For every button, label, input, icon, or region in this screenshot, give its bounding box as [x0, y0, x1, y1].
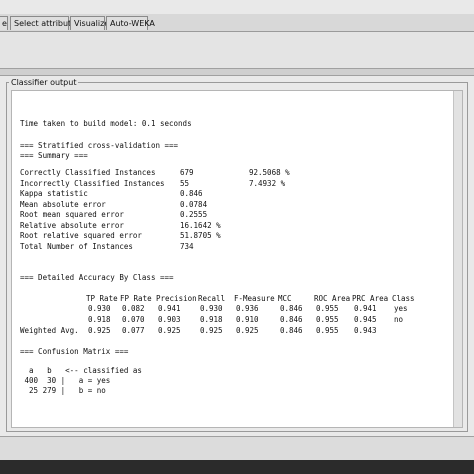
summary-percent: 7.4932 % [249, 178, 286, 188]
accuracy-column-header: Class [392, 294, 415, 303]
confusion-line: 25 279 | b = no [20, 386, 106, 395]
tab-bar: e Select attributes Visualize Auto-WEKA [0, 14, 474, 32]
accuracy-cell: 0.930 [200, 304, 223, 313]
accuracy-cell: 0.925 [200, 326, 223, 335]
confusion-line: 400 30 | a = yes [20, 376, 111, 385]
accuracy-cell: 0.903 [158, 315, 181, 324]
accuracy-cell: 0.955 [316, 304, 339, 313]
summary-label: Root mean squared error [20, 210, 124, 219]
summary-value: 55 [180, 178, 190, 188]
accuracy-column-header: Precision [156, 294, 197, 303]
bottom-panel [0, 436, 474, 461]
classifier-settings-area [0, 32, 474, 72]
accuracy-cell: 0.955 [316, 315, 339, 324]
accuracy-cell: 0.930 [88, 304, 111, 313]
accuracy-cell: 0.846 [280, 326, 303, 335]
tab-classify[interactable]: e [0, 16, 8, 30]
classifier-output-title: Classifier output [9, 77, 79, 89]
accuracy-cell: 0.918 [88, 315, 111, 324]
accuracy-cell: 0.846 [280, 304, 303, 313]
accuracy-cell: 0.082 [122, 304, 145, 313]
accuracy-cell: 0.910 [236, 315, 259, 324]
tab-auto-weka[interactable]: Auto-WEKA [106, 16, 155, 30]
accuracy-cell: 0.941 [354, 304, 377, 313]
accuracy-cell: 0.077 [122, 326, 145, 335]
summary-value: 51.8705 % [180, 231, 221, 240]
accuracy-cell: 0.955 [316, 326, 339, 335]
accuracy-cell: 0.918 [200, 315, 223, 324]
accuracy-row-label: Weighted Avg. [20, 326, 79, 335]
accuracy-header: === Detailed Accuracy By Class === [20, 273, 174, 282]
classifier-output-text[interactable]: Time taken to build model: 0.1 seconds =… [11, 90, 463, 428]
tab-visualize[interactable]: Visualize [70, 16, 109, 30]
split-pane-divider[interactable] [0, 68, 474, 76]
accuracy-cell: 0.070 [122, 315, 145, 324]
accuracy-column-header: Recall [198, 294, 226, 303]
accuracy-cell: 0.846 [280, 315, 303, 324]
summary-percent: 92.5068 % [249, 168, 290, 177]
summary-value: 0.846 [180, 189, 203, 198]
accuracy-column-header: FP Rate [120, 294, 152, 303]
weka-explorer-window: e Select attributes Visualize Auto-WEKA … [0, 0, 474, 474]
accuracy-cell: 0.925 [88, 326, 111, 335]
status-bar [0, 460, 474, 474]
summary-label: Relative absolute error [20, 220, 124, 230]
build-time-line: Time taken to build model: 0.1 seconds [20, 119, 192, 128]
summary-value: 16.1642 % [180, 220, 221, 230]
summary-label: Mean absolute error [20, 199, 106, 209]
summary-label: Root relative squared error [20, 231, 142, 240]
accuracy-cell: yes [394, 304, 408, 313]
confusion-header: === Confusion Matrix === [20, 347, 129, 356]
summary-label: Kappa statistic [20, 189, 88, 198]
vertical-scrollbar[interactable] [453, 91, 462, 427]
accuracy-cell: 0.925 [158, 326, 181, 335]
summary-value: 0.2555 [180, 210, 208, 219]
summary-label: Incorrectly Classified Instances [20, 178, 165, 188]
accuracy-cell: 0.941 [158, 304, 181, 313]
accuracy-cell: 0.936 [236, 304, 259, 313]
summary-value: 734 [180, 241, 194, 251]
accuracy-column-header: TP Rate [86, 294, 118, 303]
accuracy-cell: 0.943 [354, 326, 377, 335]
cv-header: === Stratified cross-validation === [20, 141, 179, 150]
accuracy-column-header: PRC Area [352, 294, 389, 303]
summary-value: 0.0784 [180, 199, 208, 209]
accuracy-cell: 0.925 [236, 326, 259, 335]
accuracy-column-header: F-Measure [234, 294, 275, 303]
confusion-line: a b <-- classified as [20, 366, 142, 375]
summary-header: === Summary === [20, 151, 88, 160]
summary-label: Total Number of Instances [20, 241, 133, 251]
accuracy-cell: 0.945 [354, 315, 377, 324]
tab-select-attributes[interactable]: Select attributes [10, 16, 80, 30]
accuracy-column-header: ROC Area [314, 294, 351, 303]
summary-label: Correctly Classified Instances [20, 168, 156, 177]
accuracy-column-header: MCC [278, 294, 292, 303]
classifier-output-panel: Classifier output Time taken to build mo… [6, 77, 468, 432]
summary-value: 679 [180, 168, 194, 177]
accuracy-cell: no [394, 315, 404, 324]
